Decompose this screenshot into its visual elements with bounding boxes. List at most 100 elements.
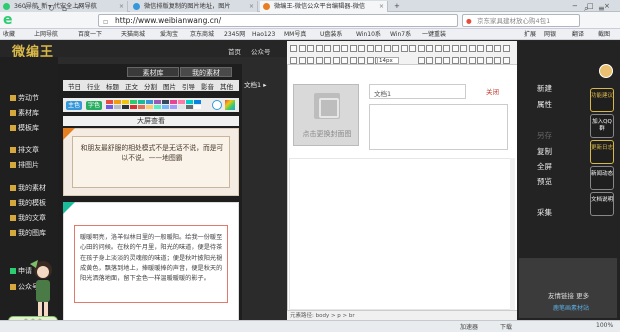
toolbar-tool-icon[interactable] [468, 57, 476, 64]
menu-fullscreen[interactable]: 全屏 [537, 161, 552, 172]
toolbar-tool-icon[interactable] [332, 57, 340, 64]
category-item[interactable]: 图片 [163, 81, 176, 91]
category-item[interactable]: 标题 [106, 81, 119, 91]
bookmark-item[interactable]: 百度一下 [78, 29, 102, 40]
avatar[interactable] [599, 64, 613, 78]
sidebar-item-arrange-image[interactable]: 排图片 [10, 160, 39, 170]
sidebar-item-materials[interactable]: 素材库 [10, 108, 39, 118]
color-swatch[interactable] [138, 100, 145, 104]
bookmark-item[interactable]: Win10系 [356, 29, 381, 40]
address-bar[interactable]: ▫ http://www.weibianwang.cn/ [98, 14, 458, 27]
color-swatch[interactable] [130, 105, 137, 109]
bookmark-item[interactable]: 上网导航 [34, 29, 58, 40]
toolbar-tool-icon[interactable] [290, 57, 297, 64]
reset-color-icon[interactable] [212, 100, 222, 110]
toolbar-tool-icon[interactable] [341, 57, 348, 64]
toolbar-tool-icon[interactable] [358, 57, 365, 64]
nav-account-link[interactable]: 公众号 [251, 46, 271, 56]
feature-suggestion-button[interactable]: 功能建议 [590, 88, 614, 112]
color-swatch[interactable] [146, 105, 153, 109]
toolbar-tool-icon[interactable] [417, 57, 425, 64]
toolbar-tool-icon[interactable] [366, 45, 374, 52]
toolbar-tool-icon[interactable] [392, 45, 399, 52]
font-size-select[interactable]: 14px [377, 57, 399, 64]
menu-copy[interactable]: 复制 [537, 146, 552, 157]
minimize-button[interactable]: − [572, 0, 578, 12]
menu-new[interactable]: 新建 [537, 83, 552, 94]
toolbar-tool-icon[interactable] [349, 45, 357, 52]
color-swatch[interactable] [130, 100, 137, 104]
new-tab-button[interactable]: + [394, 0, 400, 12]
category-item[interactable]: 影音 [201, 81, 214, 91]
color-swatch[interactable] [170, 100, 177, 104]
sidebar-item-holiday[interactable]: 劳动节 [10, 93, 39, 103]
extension-item[interactable]: 截图 [598, 29, 610, 40]
cover-image-button[interactable]: 点击更换封面图 [293, 84, 359, 146]
menu-preview[interactable]: 预览 [537, 176, 552, 187]
history-icon[interactable]: ↶ [76, 2, 82, 15]
toolbar-tool-icon[interactable] [332, 45, 340, 52]
color-swatch[interactable] [106, 105, 113, 109]
friend-links[interactable]: 友情链接 更多 [548, 290, 589, 300]
sidebar-item-my-templates[interactable]: 我的模板 [10, 198, 46, 208]
bookmark-item[interactable]: 京东商城 [190, 29, 214, 40]
color-swatch[interactable] [186, 105, 193, 109]
material-card[interactable]: 暖暖明亮，洛羊似林日里的一般暖阳。给我一份暖至心田的问候。在秋的午月里，阳光的味… [63, 202, 239, 332]
tab-material-library[interactable]: 素材库 [127, 67, 179, 77]
search-icon[interactable]: ⌕ [584, 2, 588, 15]
toolbar-tool-icon[interactable] [298, 57, 306, 64]
color-picker-icon[interactable] [225, 100, 235, 110]
color-swatch[interactable] [194, 100, 201, 104]
toolbar-tool-icon[interactable] [358, 45, 365, 52]
toolbar-tool-icon[interactable] [502, 45, 510, 52]
back-icon[interactable]: ‹ [24, 2, 28, 15]
tab-wechat[interactable]: 微信排版复制的图片地址，图片 × [130, 1, 258, 12]
color-swatch[interactable] [162, 100, 169, 104]
toolbar-tool-icon[interactable] [468, 45, 476, 52]
toolbar-tool-icon[interactable] [341, 45, 348, 52]
toolbar-tool-icon[interactable] [307, 57, 314, 64]
document-list-label[interactable]: 文档1 ▸ [244, 79, 286, 89]
color-swatch[interactable] [114, 100, 121, 104]
category-item[interactable]: 其他 [220, 81, 233, 91]
close-window-button[interactable]: × [604, 0, 610, 12]
toolbar-tool-icon[interactable] [400, 45, 408, 52]
search-box[interactable]: ● 京东家具建材放心购4包1 [462, 14, 580, 27]
toolbar-tool-icon[interactable] [383, 45, 391, 52]
fullscreen-preview-button[interactable]: 大屏查看 [63, 116, 239, 126]
bookmark-item[interactable]: 天猫商城 [121, 29, 145, 40]
sidebar-item-my-articles[interactable]: 我的文章 [10, 213, 46, 223]
bookmark-item[interactable]: 一键重装 [422, 29, 446, 40]
toolbar-tool-icon[interactable] [494, 57, 501, 64]
bookmark-item[interactable]: 2345网 [224, 29, 245, 40]
close-button[interactable]: 关闭 [486, 86, 499, 96]
color-swatch[interactable] [186, 100, 193, 104]
color-swatch[interactable] [178, 100, 185, 104]
color-swatch[interactable] [154, 105, 161, 109]
menu-icon[interactable]: ≡ [598, 2, 605, 15]
scrollbar[interactable] [510, 158, 515, 310]
toolbar-tool-icon[interactable] [324, 45, 331, 52]
doc-help-button[interactable]: 文档说明 [590, 192, 614, 216]
toolbar-tool-icon[interactable] [443, 45, 450, 52]
toolbar-tool-icon[interactable] [426, 45, 433, 52]
update-log-button[interactable]: 更新日志 [590, 140, 614, 164]
color-swatch[interactable] [162, 105, 169, 109]
tab-my-materials[interactable]: 我的素材 [180, 67, 232, 77]
close-icon[interactable]: × [379, 1, 384, 12]
toolbar-tool-icon[interactable] [443, 57, 450, 64]
toolbar-tool-icon[interactable] [324, 57, 331, 64]
color-swatch[interactable] [122, 105, 129, 109]
toolbar-tool-icon[interactable] [502, 57, 510, 64]
toolbar-tool-icon[interactable] [375, 45, 382, 52]
color-swatch[interactable] [122, 100, 129, 104]
bookmark-item[interactable]: Hao123 [252, 29, 275, 40]
toolbar-tool-icon[interactable] [307, 45, 314, 52]
bookmark-item[interactable]: MM号真 [284, 29, 306, 40]
color-swatch[interactable] [194, 105, 201, 109]
summary-input[interactable] [369, 104, 508, 150]
toolbar-tool-icon[interactable] [460, 57, 467, 64]
color-swatch[interactable] [114, 105, 121, 109]
primary-color-button[interactable]: 主色 [66, 101, 82, 110]
category-item[interactable]: 节日 [68, 81, 81, 91]
